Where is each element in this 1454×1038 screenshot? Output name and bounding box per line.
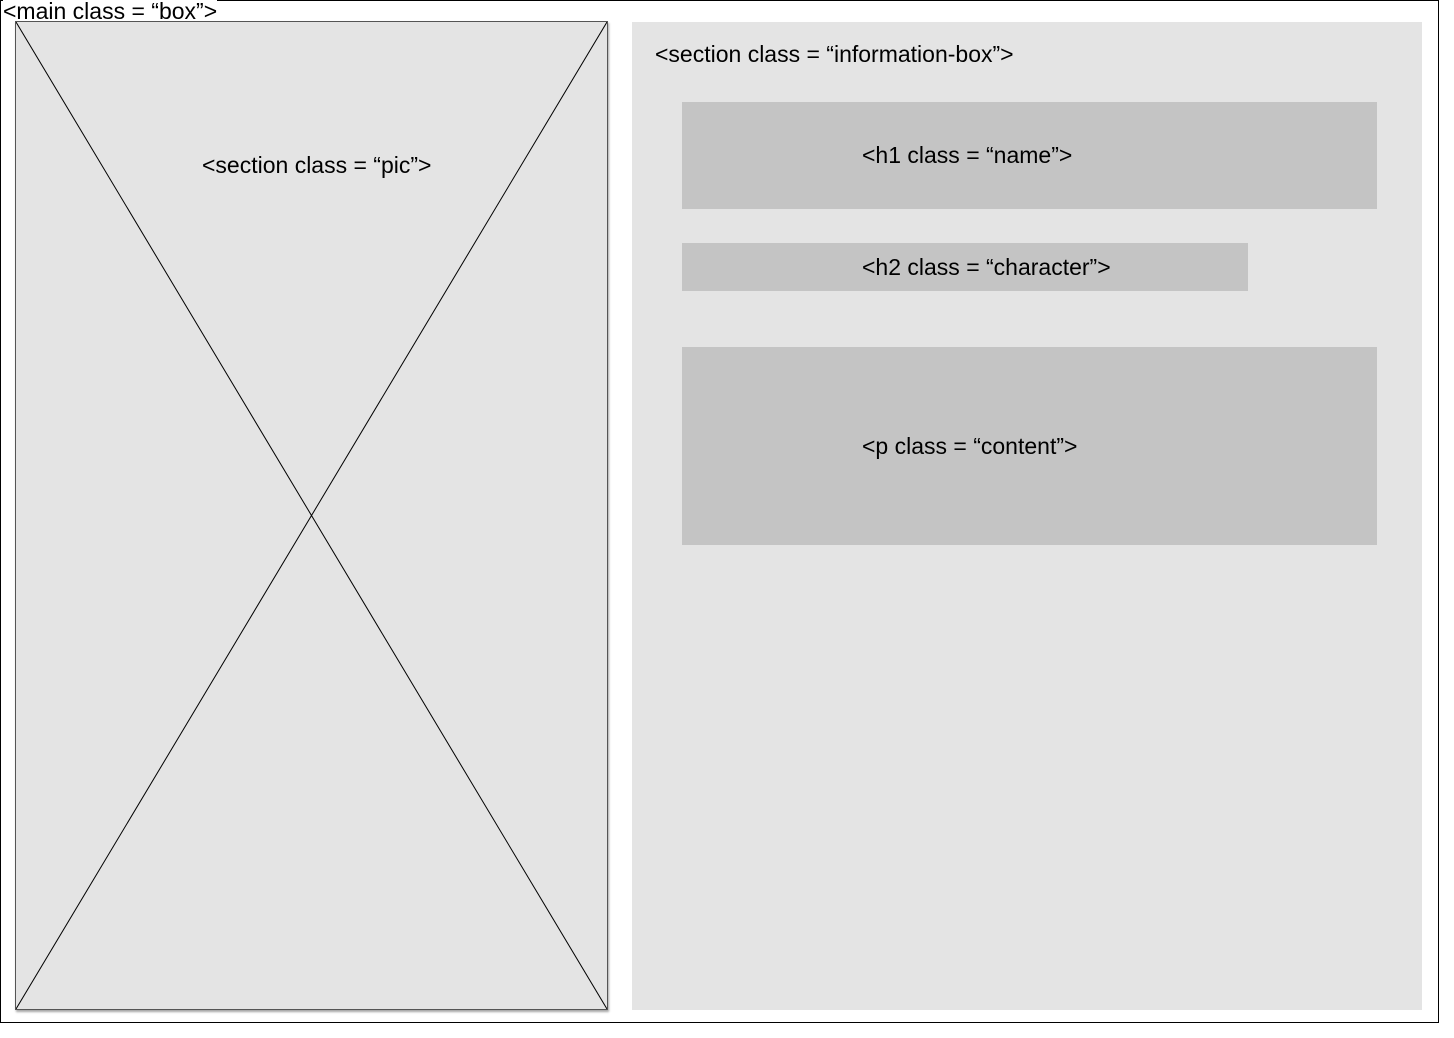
information-box-label: <section class = “information-box”>	[655, 41, 1014, 67]
character-heading-block: <h2 class = “character”>	[682, 243, 1248, 291]
name-heading-block: <h1 class = “name”>	[682, 102, 1377, 209]
pic-section: <section class = “pic”>	[15, 21, 608, 1010]
wireframe-canvas: <main class = “box”> <section class = “p…	[0, 0, 1454, 1038]
content-paragraph-block: <p class = “content”>	[682, 347, 1377, 545]
content-paragraph-label: <p class = “content”>	[862, 433, 1078, 459]
character-heading-label: <h2 class = “character”>	[862, 254, 1111, 280]
information-box-section: <section class = “information-box”> <h1 …	[632, 22, 1422, 1010]
name-heading-label: <h1 class = “name”>	[862, 142, 1073, 168]
pic-section-label: <section class = “pic”>	[202, 152, 432, 178]
